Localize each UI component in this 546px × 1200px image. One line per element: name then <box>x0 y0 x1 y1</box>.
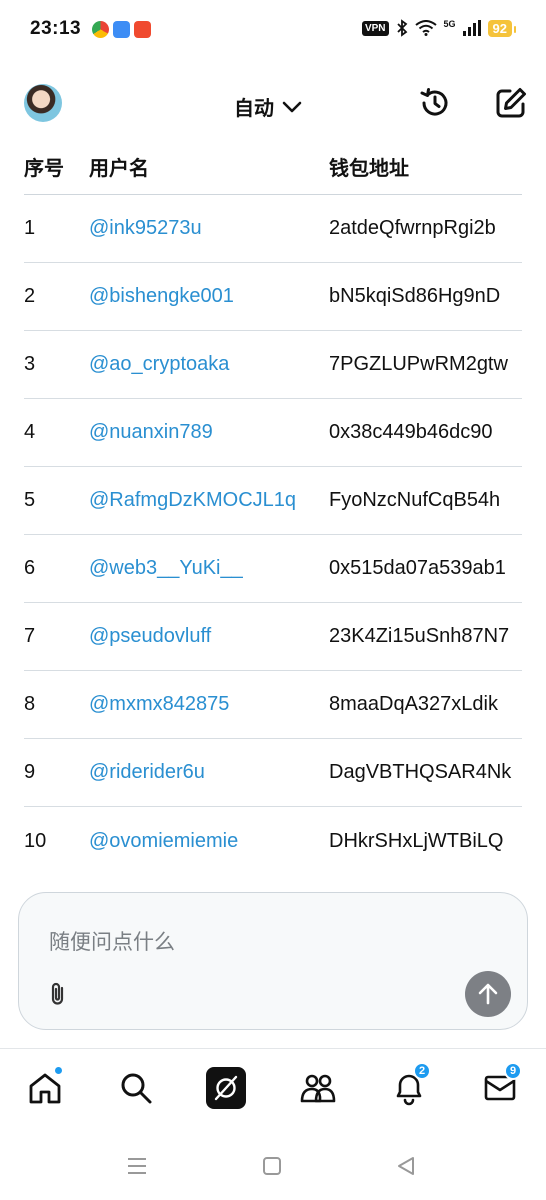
communities-icon <box>300 1074 336 1103</box>
signal-icon <box>462 20 481 36</box>
recents-icon[interactable] <box>126 1156 148 1176</box>
username-link[interactable]: @ovomiemiemie <box>89 830 329 853</box>
table-header: 序号 用户名 钱包地址 <box>24 138 522 195</box>
nav-grok[interactable] <box>206 1067 246 1109</box>
nav-notifications[interactable]: 2 <box>389 1062 431 1108</box>
mode-label: 自动 <box>234 98 274 120</box>
table-row: 6 @web3__YuKi__ 0x515da07a539ab1 <box>24 535 522 603</box>
username-link[interactable]: @ink95273u <box>89 217 329 240</box>
header-username: 用户名 <box>89 157 149 180</box>
mode-selector[interactable]: 自动 <box>234 92 302 121</box>
chevron-down-icon <box>282 101 302 112</box>
cloud-app-icon <box>113 21 130 38</box>
wifi-icon <box>414 20 437 36</box>
table-row: 8 @mxmx842875 8maaDqA327xLdik <box>24 671 522 739</box>
row-index: 6 <box>24 557 36 579</box>
row-index: 2 <box>24 285 36 307</box>
table-row: 7 @pseudovluff 23K4Zi15uSnh87N7 <box>24 603 522 671</box>
wallet-address: 0x38c449b46dc90 <box>329 421 493 443</box>
nav-communities[interactable] <box>298 1068 338 1108</box>
nav-divider <box>0 1048 546 1049</box>
row-index: 8 <box>24 693 36 715</box>
nav-home[interactable] <box>25 1066 65 1108</box>
table-row: 9 @riderider6u DagVBTHQSAR4Nk <box>24 739 522 807</box>
messages-badge: 9 <box>504 1062 522 1080</box>
bluetooth-icon <box>396 19 407 37</box>
grok-icon <box>206 1067 246 1109</box>
row-index: 7 <box>24 625 36 647</box>
wallet-address: bN5kqiSd86Hg9nD <box>329 285 501 307</box>
row-index: 4 <box>24 421 36 443</box>
search-icon <box>121 1073 152 1104</box>
compose-icon[interactable] <box>494 86 528 120</box>
home-unread-dot <box>54 1066 63 1075</box>
back-icon[interactable] <box>396 1156 416 1176</box>
username-link[interactable]: @nuanxin789 <box>89 421 329 444</box>
row-index: 3 <box>24 353 36 375</box>
nav-search[interactable] <box>116 1068 156 1108</box>
notification-icons <box>92 21 151 38</box>
history-icon[interactable] <box>418 86 452 120</box>
wallet-address: 0x515da07a539ab1 <box>329 557 506 579</box>
row-index: 10 <box>24 829 47 852</box>
wallet-address: 8maaDqA327xLdik <box>329 693 498 715</box>
header-wallet: 钱包地址 <box>329 157 409 180</box>
video-app-icon <box>134 21 151 38</box>
nav-messages[interactable]: 9 <box>480 1062 522 1108</box>
username-link[interactable]: @RafmgDzKMOCJL1q <box>89 489 329 512</box>
username-link[interactable]: @pseudovluff <box>89 625 329 648</box>
username-link[interactable]: @mxmx842875 <box>89 693 329 716</box>
table-row: 2 @bishengke001 bN5kqiSd86Hg9nD <box>24 263 522 331</box>
table-row: 3 @ao_cryptoaka 7PGZLUPwRM2gtw <box>24 331 522 399</box>
header-index: 序号 <box>24 157 64 180</box>
network-type: 5G <box>443 19 456 29</box>
username-link[interactable]: @ao_cryptoaka <box>89 353 329 376</box>
wallet-table: 序号 用户名 钱包地址 1 @ink95273u 2atdeQfwrnpRgi2… <box>24 138 522 875</box>
wallet-address: 23K4Zi15uSnh87N7 <box>329 625 510 647</box>
chat-input-box[interactable]: 随便问点什么 <box>18 892 528 1030</box>
avatar[interactable] <box>24 84 62 122</box>
table-row: 10 @ovomiemiemie DHkrSHxLjWTBiLQ <box>24 807 522 875</box>
home-icon <box>29 1073 61 1104</box>
row-index: 9 <box>24 761 36 783</box>
row-index: 5 <box>24 489 36 511</box>
wallet-address: FyoNzcNufCqB54h <box>329 489 501 511</box>
wallet-address: DHkrSHxLjWTBiLQ <box>329 829 504 852</box>
chat-input-placeholder[interactable]: 随便问点什么 <box>49 926 175 956</box>
wallet-address: 2atdeQfwrnpRgi2b <box>329 217 496 239</box>
top-bar: 自动 <box>0 78 546 130</box>
system-navigation <box>0 1150 546 1184</box>
home-button-icon[interactable] <box>262 1156 282 1176</box>
row-index: 1 <box>24 217 36 239</box>
username-link[interactable]: @bishengke001 <box>89 285 329 308</box>
username-link[interactable]: @web3__YuKi__ <box>89 557 329 580</box>
send-button[interactable] <box>465 971 511 1017</box>
table-row: 4 @nuanxin789 0x38c449b46dc90 <box>24 399 522 467</box>
attachment-icon[interactable] <box>47 981 69 1007</box>
battery-level: 92 <box>487 19 517 37</box>
table-row: 1 @ink95273u 2atdeQfwrnpRgi2b <box>24 195 522 263</box>
wallet-address: 7PGZLUPwRM2gtw <box>329 353 508 375</box>
username-link[interactable]: @riderider6u <box>89 761 329 784</box>
arrow-up-icon <box>478 983 498 1005</box>
chrome-icon <box>92 21 109 38</box>
status-bar: 23:13 VPN 5G 92 <box>0 0 546 62</box>
vpn-badge: VPN <box>361 20 389 36</box>
clock: 23:13 <box>30 18 82 39</box>
notifications-badge: 2 <box>413 1062 431 1080</box>
system-status: VPN 5G 92 <box>361 19 517 37</box>
table-row: 5 @RafmgDzKMOCJL1q FyoNzcNufCqB54h <box>24 467 522 535</box>
wallet-address: DagVBTHQSAR4Nk <box>329 761 512 783</box>
bottom-nav: 2 9 <box>0 1060 546 1122</box>
